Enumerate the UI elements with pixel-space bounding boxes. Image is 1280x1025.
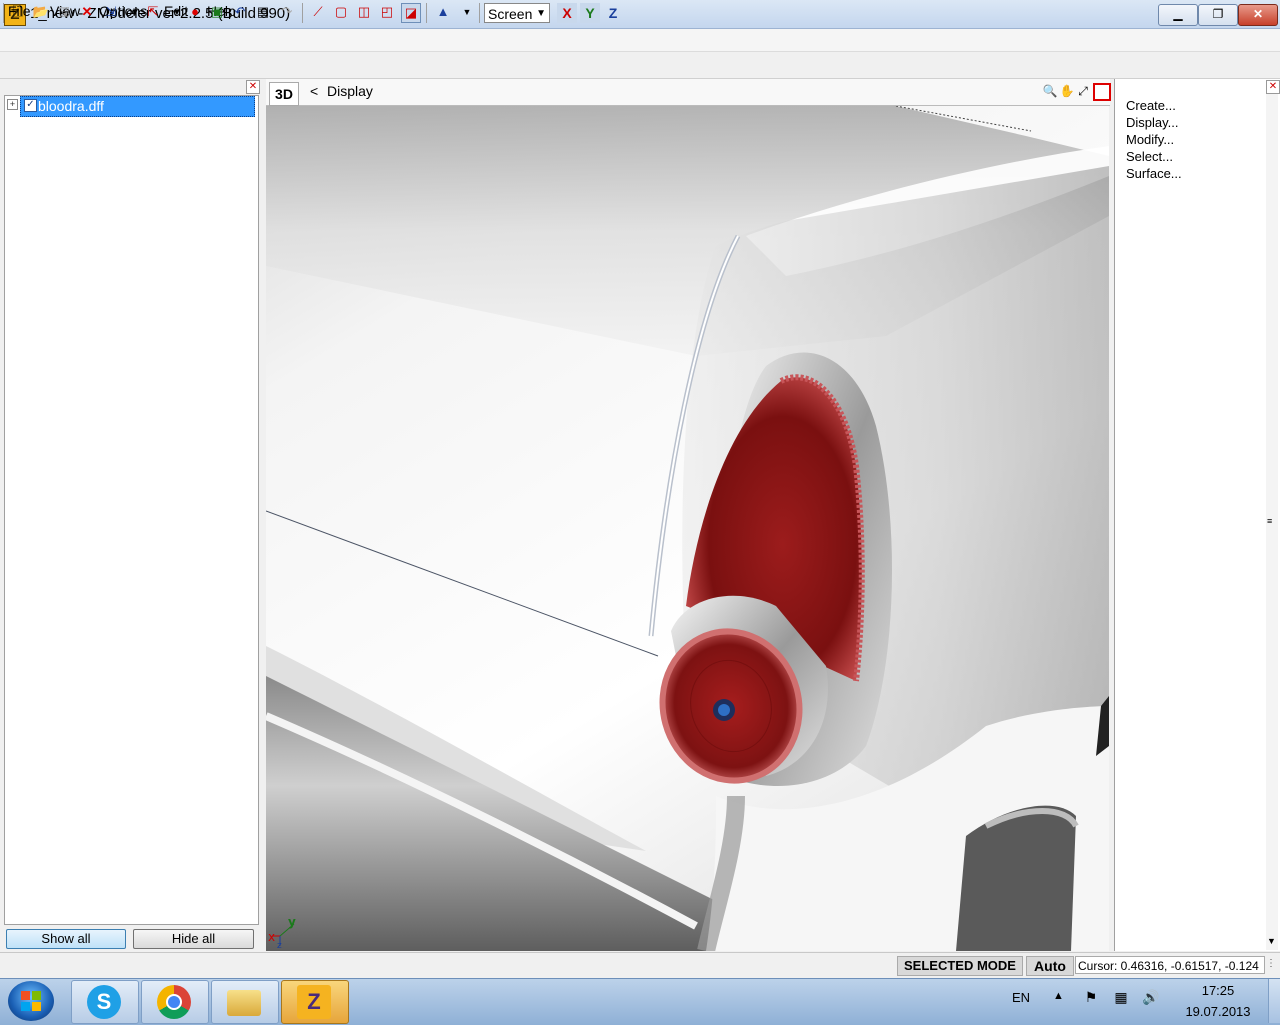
axis-y-toggle[interactable]: Y xyxy=(580,3,600,23)
viewport-header xyxy=(266,79,1110,106)
auto-status[interactable]: Auto xyxy=(1026,956,1074,976)
record-icon[interactable]: ● xyxy=(186,3,204,21)
object-mode-icon[interactable]: ◫ xyxy=(355,3,373,21)
minimize-button[interactable]: ▁ xyxy=(1158,4,1198,26)
object-tree[interactable] xyxy=(4,95,259,925)
command-display[interactable]: Display... xyxy=(1126,115,1179,130)
command-modify[interactable]: Modify... xyxy=(1126,132,1174,147)
toolbar-grip xyxy=(3,3,4,23)
import-icon[interactable]: ⇲ xyxy=(102,3,120,21)
chevron-down-icon: ▼ xyxy=(536,8,546,19)
axis-gizmo: y x z xyxy=(268,915,296,948)
taskbar-explorer[interactable] xyxy=(211,980,279,1024)
resize-grip-icon[interactable]: ⋮ xyxy=(1266,958,1276,969)
menu-bar xyxy=(0,29,1280,52)
chrome-icon xyxy=(157,985,191,1019)
clock-time[interactable]: 17:25 xyxy=(1190,983,1246,998)
viewport-mode-label[interactable]: 3D xyxy=(269,82,299,106)
scroll-thumb-icon[interactable]: ≡ xyxy=(1267,516,1272,526)
save-icon[interactable]: 🖫 xyxy=(55,3,73,21)
taskbar-zmodeler[interactable]: Z xyxy=(281,980,349,1024)
redo-icon[interactable]: ↷ xyxy=(278,3,296,21)
viewport-title[interactable]: Display xyxy=(327,83,373,99)
command-select[interactable]: Select... xyxy=(1126,149,1173,164)
new-file-icon[interactable]: 🗋 xyxy=(9,3,27,21)
visibility-checkbox[interactable]: ✓ xyxy=(24,99,37,112)
close-icon: ✕ xyxy=(1252,7,1264,21)
zoom-extents-icon[interactable]: ⤢ xyxy=(1075,83,1091,99)
car-render xyxy=(266,106,1109,951)
view-mode-select[interactable]: Screen ▼ xyxy=(484,3,550,23)
toolbar-separator xyxy=(426,3,427,23)
close-icon[interactable]: ✕ xyxy=(246,80,260,94)
command-surface[interactable]: Surface... xyxy=(1126,166,1182,181)
texture-icon[interactable]: ▣ xyxy=(208,3,226,21)
zmodeler-icon: Z xyxy=(297,985,331,1019)
show-hidden-icons-icon[interactable]: ▲ xyxy=(1053,990,1064,1002)
import-dropdown-icon[interactable]: ▼ xyxy=(126,3,144,21)
toolbar-separator xyxy=(479,3,480,23)
folder-icon xyxy=(227,990,261,1016)
axis-z-label: z xyxy=(277,941,282,948)
export-dropdown-icon[interactable]: ▼ xyxy=(168,3,186,21)
close-icon[interactable]: ✕ xyxy=(1266,80,1280,94)
restore-icon: ❐ xyxy=(1212,7,1224,21)
zoom-icon[interactable]: 🔍 xyxy=(1042,83,1058,99)
selection-mode-status[interactable]: SELECTED MODE xyxy=(897,956,1023,976)
3d-viewport[interactable] xyxy=(266,106,1109,951)
scroll-down-icon[interactable]: ▼ xyxy=(1267,936,1276,946)
minimize-icon: ▁ xyxy=(1173,7,1183,21)
axis-x-toggle[interactable]: X xyxy=(557,3,577,23)
maximize-viewport-icon[interactable] xyxy=(1093,83,1111,101)
windows-logo-icon xyxy=(21,991,41,1011)
export-icon[interactable]: ⇱ xyxy=(144,3,162,21)
command-panel xyxy=(1114,79,1280,951)
properties-icon[interactable]: ▤ xyxy=(254,3,272,21)
viewport-back-arrow[interactable]: < xyxy=(310,83,318,99)
undo-icon[interactable]: ↶ xyxy=(231,3,249,21)
toolbar-separator xyxy=(302,3,303,23)
taskbar-chrome[interactable] xyxy=(141,980,209,1024)
pan-hand-icon[interactable]: ✋ xyxy=(1059,83,1075,99)
pyramid-icon[interactable]: ▲ xyxy=(434,3,452,21)
show-desktop-button[interactable] xyxy=(1268,979,1280,1023)
action-center-flag-icon[interactable]: ⚑ xyxy=(1082,988,1100,1006)
hide-all-button[interactable]: Hide all xyxy=(133,929,254,949)
toolbar xyxy=(0,52,1280,79)
clock-date[interactable]: 19.07.2013 xyxy=(1180,1004,1256,1019)
box-mode-icon[interactable]: ▢ xyxy=(332,3,350,21)
pyramid-dropdown-icon[interactable]: ▼ xyxy=(458,3,476,21)
taskbar-skype[interactable]: S xyxy=(71,980,139,1024)
language-indicator[interactable]: EN xyxy=(1012,990,1030,1005)
start-button[interactable] xyxy=(8,981,54,1021)
axis-x-label: x xyxy=(268,930,275,944)
axis-z-toggle[interactable]: Z xyxy=(603,3,623,23)
show-all-button[interactable]: Show all xyxy=(6,929,126,949)
network-icon[interactable]: ▦ xyxy=(1112,988,1130,1006)
axis-y-label: y xyxy=(288,915,296,929)
command-create[interactable]: Create... xyxy=(1126,98,1176,113)
volume-icon[interactable]: 🔊 xyxy=(1142,988,1160,1006)
view-mode-value: Screen xyxy=(488,6,533,22)
skype-icon: S xyxy=(87,985,121,1019)
vertex-mode-icon[interactable]: ⟋ xyxy=(309,3,327,21)
tree-item-label[interactable]: bloodra.dff xyxy=(38,98,104,114)
close-window-button[interactable]: ✕ xyxy=(1238,4,1278,26)
expand-icon[interactable]: + xyxy=(7,99,18,110)
solid-mode-icon[interactable]: ◰ xyxy=(378,3,396,21)
cursor-coordinates: Cursor: 0.46316, -0.61517, -0.124 xyxy=(1075,956,1265,974)
delete-icon[interactable]: ✕ xyxy=(78,3,96,21)
right-panel-scrollbar[interactable]: ≡ ▼ xyxy=(1266,94,1278,950)
selected-mode-icon[interactable]: ◪ xyxy=(401,3,421,23)
restore-button[interactable]: ❐ xyxy=(1198,4,1238,26)
open-folder-icon[interactable]: 📂 xyxy=(32,3,50,21)
